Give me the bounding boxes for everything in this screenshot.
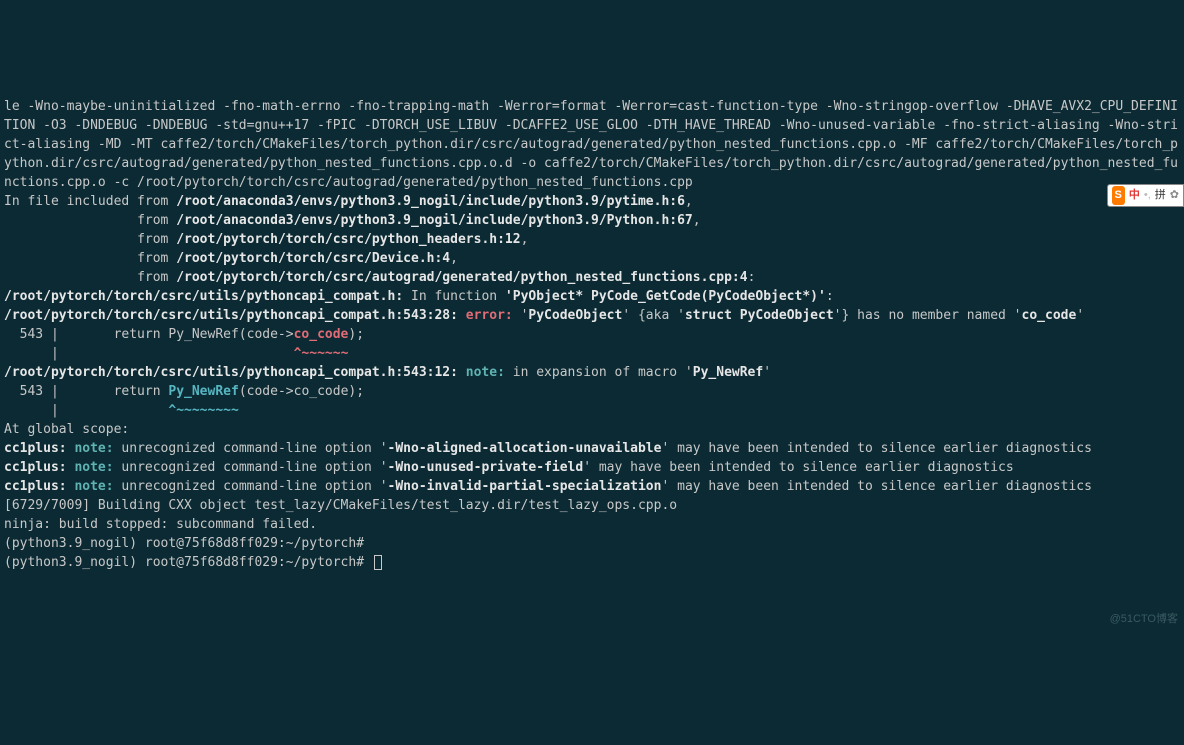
shell-prompt-1: (python3.9_nogil) root@75f68d8ff029:~/py… xyxy=(4,536,364,551)
macro-highlight: Py_NewRef xyxy=(168,384,238,399)
cursor[interactable] xyxy=(374,555,382,570)
cc1plus-tag: cc1plus: xyxy=(4,441,74,456)
include-path-2: /root/pytorch/torch/csrc/python_headers.… xyxy=(176,232,520,247)
error-tag: error: xyxy=(458,308,521,323)
ime-separator: •, xyxy=(1144,186,1151,205)
watermark: @51CTO博客 xyxy=(1110,610,1178,629)
compile-command: le -Wno-maybe-uninitialized -fno-math-er… xyxy=(4,99,1178,190)
error-file-line: /root/pytorch/torch/csrc/utils/pythoncap… xyxy=(4,308,458,323)
error-highlight-member: co_code xyxy=(294,327,349,342)
ninja-failure: ninja: build stopped: subcommand failed. xyxy=(4,517,317,532)
include-trace-0-prefix: In file included from xyxy=(4,194,176,209)
ime-lang-cn[interactable]: 中 xyxy=(1129,186,1140,205)
error-location-file: /root/pytorch/torch/csrc/utils/pythoncap… xyxy=(4,289,403,304)
error-caret-1: ^~~~~~~ xyxy=(294,346,349,361)
error-missing-member: co_code xyxy=(1022,308,1077,323)
terminal-output: le -Wno-maybe-uninitialized -fno-math-er… xyxy=(0,76,1184,574)
include-path-0: /root/anaconda3/envs/python3.9_nogil/inc… xyxy=(176,194,685,209)
include-path-3: /root/pytorch/torch/csrc/Device.h:4 xyxy=(176,251,450,266)
warn-option-2: -Wno-unused-private-field xyxy=(388,460,584,475)
ime-toolbar[interactable]: S 中 •, 拼 ✿ xyxy=(1107,184,1184,207)
build-progress-line: [6729/7009] Building CXX object test_laz… xyxy=(4,498,677,513)
shell-prompt-2: (python3.9_nogil) root@75f68d8ff029:~/py… xyxy=(4,555,364,570)
include-from-prefix: from xyxy=(4,213,176,228)
warn-option-1: -Wno-aligned-allocation-unavailable xyxy=(388,441,662,456)
error-function-sig: 'PyObject* PyCode_GetCode(PyCodeObject*)… xyxy=(505,289,826,304)
include-path-1: /root/anaconda3/envs/python3.9_nogil/inc… xyxy=(176,213,693,228)
note-caret: ^~~~~~~~~ xyxy=(168,403,238,418)
warn-option-3: -Wno-invalid-partial-specialization xyxy=(388,479,662,494)
note-file-line: /root/pytorch/torch/csrc/utils/pythoncap… xyxy=(4,365,458,380)
note-macro-name: Py_NewRef xyxy=(693,365,763,380)
global-scope-label: At global scope: xyxy=(4,422,129,437)
ime-settings-icon[interactable]: ✿ xyxy=(1170,186,1179,205)
code-snippet-2-prefix: 543 | return xyxy=(4,384,168,399)
ime-logo-icon: S xyxy=(1112,186,1125,205)
code-snippet-1: 543 | return Py_NewRef(code-> xyxy=(4,327,294,342)
ime-mode-pinyin[interactable]: 拼 xyxy=(1155,186,1166,205)
note-tag: note: xyxy=(458,365,513,380)
include-path-4: /root/pytorch/torch/csrc/autograd/genera… xyxy=(176,270,747,285)
